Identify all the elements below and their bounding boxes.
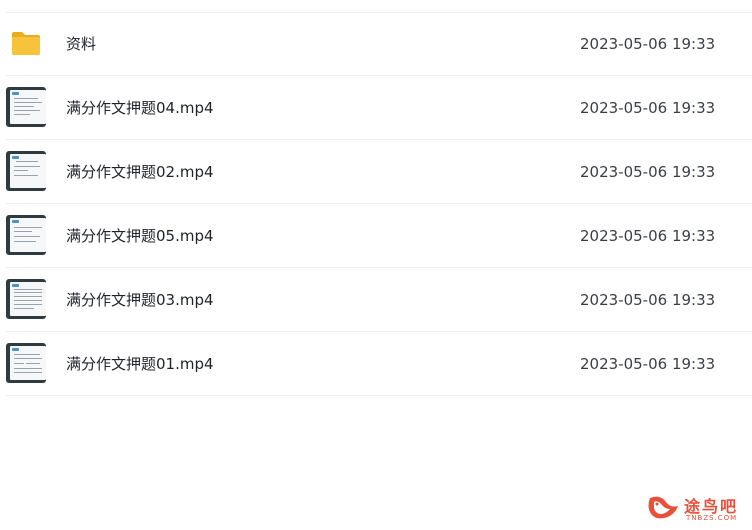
video-thumbnail-icon [6,151,46,191]
watermark-logo: 途鸟吧 TNBZS.COM [644,492,744,526]
file-name[interactable]: 满分作文押题03.mp4 [66,290,214,310]
list-item-folder[interactable]: 资料 2023-05-06 19:33 [6,12,752,76]
file-date: 2023-05-06 19:33 [580,163,716,181]
file-name[interactable]: 满分作文押题04.mp4 [66,98,214,118]
bird-logo-icon [648,496,678,519]
list-item-video[interactable]: 满分作文押题03.mp4 2023-05-06 19:33 [6,268,752,332]
file-date: 2023-05-06 19:33 [580,99,716,117]
list-item-video[interactable]: 满分作文押题01.mp4 2023-05-06 19:33 [6,332,752,396]
file-date: 2023-05-06 19:33 [580,355,716,373]
watermark-subtext: TNBZS.COM [686,514,738,522]
file-name[interactable]: 满分作文押题01.mp4 [66,354,214,374]
file-date: 2023-05-06 19:33 [580,291,716,309]
file-name[interactable]: 满分作文押题02.mp4 [66,162,214,182]
video-thumbnail-icon [6,215,46,255]
file-name[interactable]: 满分作文押题05.mp4 [66,226,214,246]
folder-icon [12,32,40,55]
file-browser: 资料 2023-05-06 19:33 满分作文押题04.mp4 2023-05… [0,0,752,530]
file-name[interactable]: 资料 [66,34,96,54]
video-thumbnail-icon [6,87,46,127]
file-list: 资料 2023-05-06 19:33 满分作文押题04.mp4 2023-05… [6,12,752,396]
file-date: 2023-05-06 19:33 [580,35,716,53]
video-thumbnail-icon [6,343,46,383]
file-date: 2023-05-06 19:33 [580,227,716,245]
list-item-video[interactable]: 满分作文押题02.mp4 2023-05-06 19:33 [6,140,752,204]
list-item-video[interactable]: 满分作文押题05.mp4 2023-05-06 19:33 [6,204,752,268]
video-thumbnail-icon [6,279,46,319]
list-item-video[interactable]: 满分作文押题04.mp4 2023-05-06 19:33 [6,76,752,140]
